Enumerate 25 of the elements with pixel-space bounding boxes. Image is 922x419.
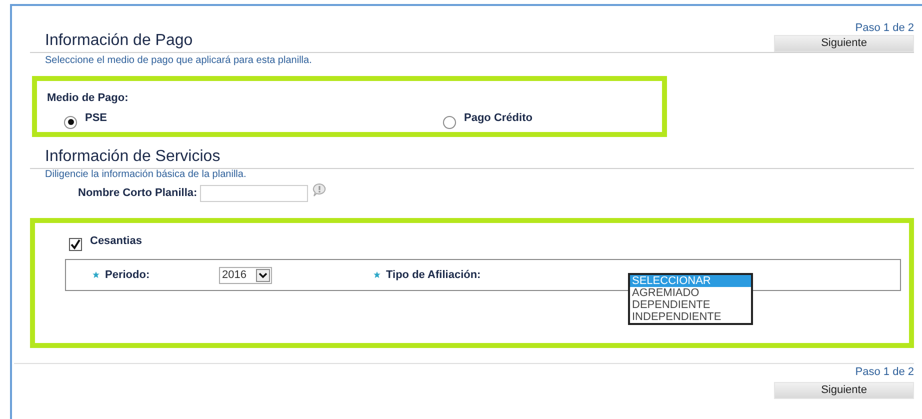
list-option[interactable]: DEPENDIENTE xyxy=(630,299,751,311)
list-option[interactable]: AGREMIADO xyxy=(630,287,751,299)
list-option[interactable]: INDEPENDIENTE xyxy=(630,311,751,323)
checkbox[interactable] xyxy=(69,238,82,251)
section-title: Información de Servicios xyxy=(45,147,220,166)
info-icon[interactable] xyxy=(312,183,328,198)
next-button[interactable]: Siguiente xyxy=(774,382,914,399)
field-label: Tipo de Afiliación: xyxy=(386,268,481,283)
next-button[interactable]: Siguiente xyxy=(774,35,914,52)
checkbox-label: Cesantias xyxy=(90,234,142,249)
field-label: Periodo: xyxy=(105,268,150,283)
year-dropdown[interactable]: 2016 xyxy=(219,266,272,284)
group-label: Medio de Pago: xyxy=(47,91,128,106)
radio-button[interactable] xyxy=(443,116,456,128)
chevron-down-icon xyxy=(256,268,270,282)
step-indicator: Paso 1 de 2 xyxy=(855,22,914,35)
field-label: Nombre Corto Planilla: xyxy=(78,186,198,202)
step-indicator: Paso 1 de 2 xyxy=(855,366,914,379)
section-title: Información de Pago xyxy=(45,31,193,50)
radio-label: PSE xyxy=(85,110,108,126)
radio-label: Pago Crédito xyxy=(464,110,532,126)
radio-button[interactable] xyxy=(64,116,77,128)
section-description: Seleccione el medio de pago que aplicará para esta planilla. xyxy=(45,55,313,67)
section-description: Diligencie la información básica de la planilla. xyxy=(45,169,248,181)
text-field[interactable] xyxy=(200,185,308,202)
